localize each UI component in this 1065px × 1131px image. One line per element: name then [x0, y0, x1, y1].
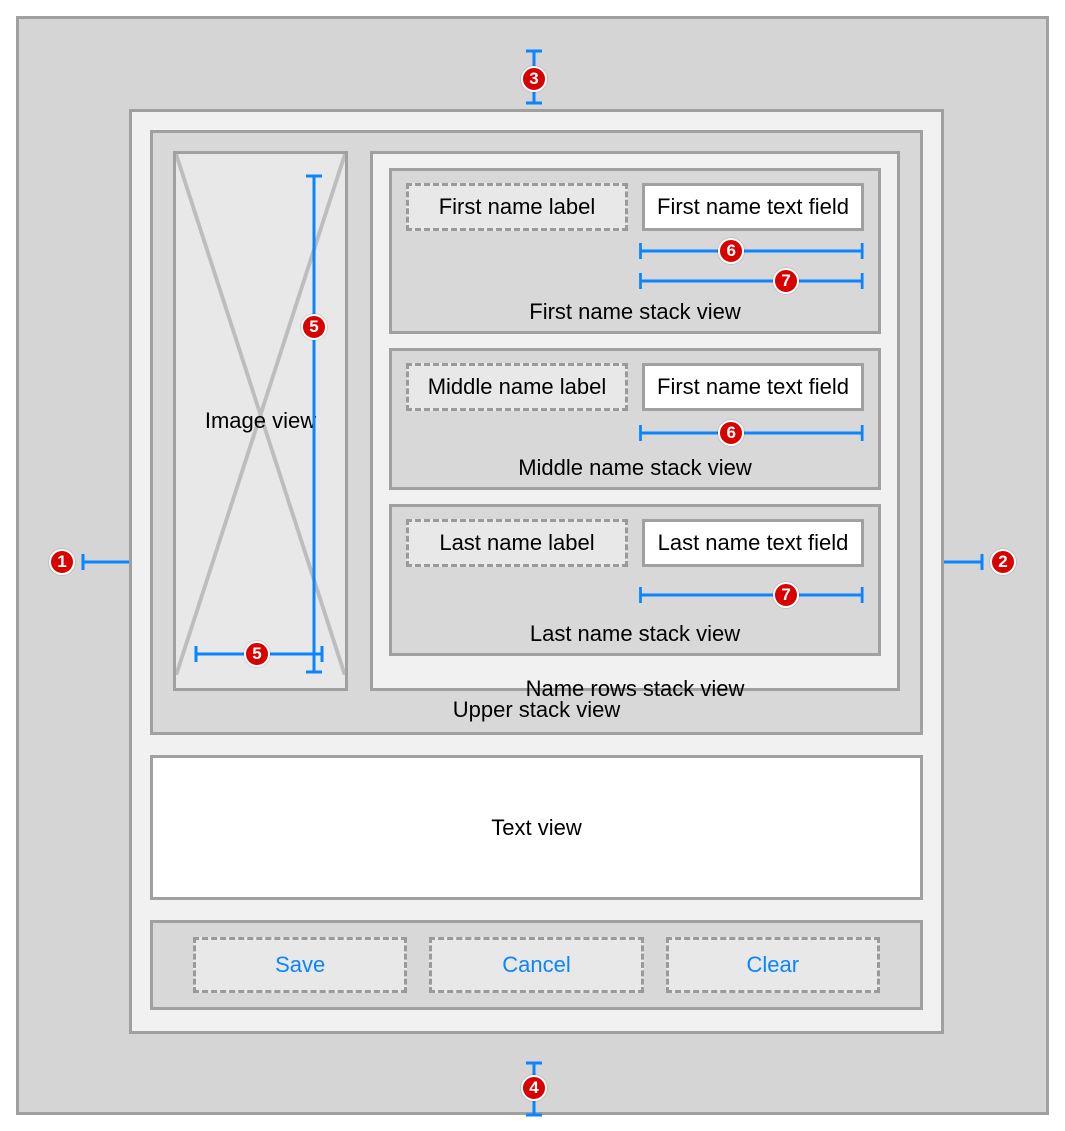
- upper-stack-view: Image view 5: [150, 130, 923, 735]
- middle-name-stack-view: Middle name label First name text field: [389, 348, 881, 490]
- text-view[interactable]: Text view: [150, 755, 923, 900]
- button-stack-view: Save Cancel Clear: [150, 920, 923, 1010]
- first-name-label: First name label: [406, 183, 628, 231]
- last-name-caption: Last name stack view: [406, 621, 864, 647]
- badge-7-first: 7: [773, 268, 799, 294]
- first-name-stack-view: First name label First name text field: [389, 168, 881, 334]
- badge-5-v: 5: [301, 314, 327, 340]
- name-rows-stack-view: First name label First name text field: [370, 151, 900, 691]
- superview: 3 1 2 4: [16, 16, 1049, 1115]
- middle-name-text-field[interactable]: First name text field: [642, 363, 864, 411]
- badge-5-h: 5: [244, 641, 270, 667]
- root-stack-view: Image view 5: [129, 109, 944, 1034]
- save-button[interactable]: Save: [193, 937, 407, 993]
- first-name-text-field[interactable]: First name text field: [642, 183, 864, 231]
- first-name-caption: First name stack view: [406, 299, 864, 325]
- cancel-button[interactable]: Cancel: [429, 937, 643, 993]
- badge-6-first: 6: [718, 238, 744, 264]
- badge-7-last: 7: [773, 582, 799, 608]
- badge-3: 3: [521, 66, 547, 92]
- badge-2: 2: [990, 549, 1016, 575]
- middle-name-label: Middle name label: [406, 363, 628, 411]
- last-name-label: Last name label: [406, 519, 628, 567]
- upper-stack-caption: Upper stack view: [173, 697, 900, 723]
- badge-1: 1: [49, 549, 75, 575]
- middle-name-caption: Middle name stack view: [406, 455, 864, 481]
- clear-button[interactable]: Clear: [666, 937, 880, 993]
- diagram-stage: 3 1 2 4: [0, 0, 1065, 1131]
- badge-4: 4: [521, 1075, 547, 1101]
- last-name-text-field[interactable]: Last name text field: [642, 519, 864, 567]
- constraint-bottom: 4: [524, 1061, 544, 1117]
- image-view: Image view 5: [173, 151, 348, 691]
- constraint-top: 3: [524, 49, 544, 105]
- badge-6-middle: 6: [718, 420, 744, 446]
- constraint-left: 1: [49, 549, 137, 575]
- last-name-stack-view: Last name label Last name text field: [389, 504, 881, 656]
- text-view-label: Text view: [491, 815, 581, 841]
- constraint-image-height: 5: [304, 174, 324, 674]
- constraint-image-width: 5: [194, 644, 324, 664]
